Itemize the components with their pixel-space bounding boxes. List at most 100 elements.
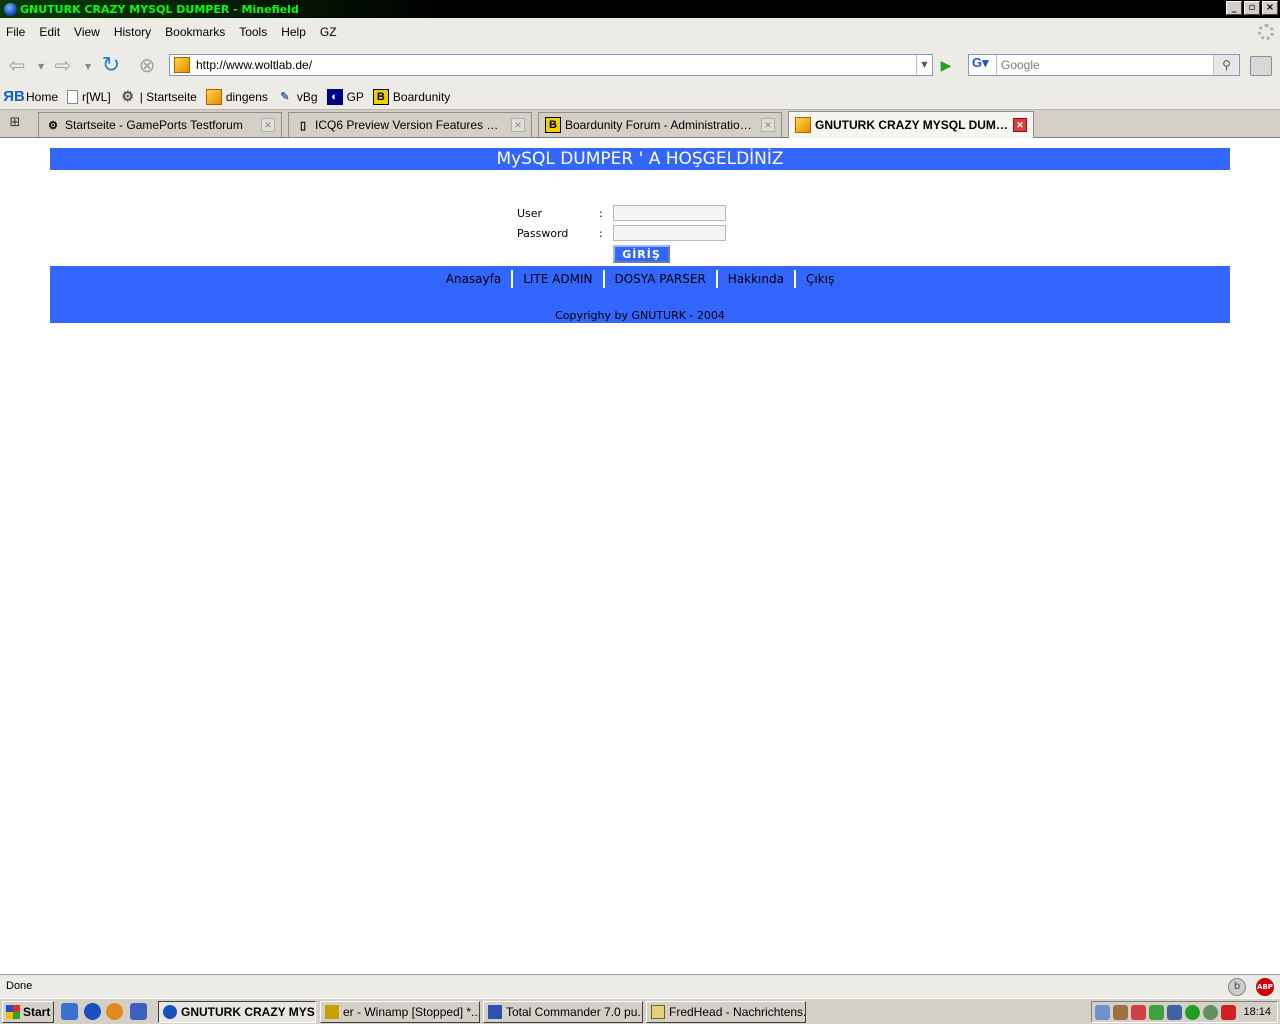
bookmark-vbg[interactable]: ✎ vBg xyxy=(277,89,317,105)
tray-icon[interactable] xyxy=(1185,1005,1200,1020)
boardunity-b-icon: B xyxy=(545,117,561,133)
bookmark-rwl[interactable]: r[WL] xyxy=(67,89,111,104)
url-input[interactable] xyxy=(196,58,896,72)
quicklaunch-ie-icon[interactable] xyxy=(61,1003,78,1020)
window-title: GNUTURK CRAZY MYSQL DUMPER - Minefield xyxy=(20,2,299,16)
tab-gameports[interactable]: ⚙ Startseite - GamePorts Testforum ✕ xyxy=(38,112,282,137)
gear-icon: ⚙ xyxy=(48,119,58,132)
go-arrow-icon[interactable]: ▶ xyxy=(936,56,956,76)
user-row: User : xyxy=(517,207,603,220)
link-lite-admin[interactable]: LITE ADMIN xyxy=(513,270,602,288)
menu-file[interactable]: File xyxy=(6,25,25,39)
taskbar-window-fredhead[interactable]: FredHead - Nachrichtens... xyxy=(646,1001,806,1023)
status-bar: Done b ABP xyxy=(0,974,1280,998)
firefox-globe-icon xyxy=(4,2,17,16)
menu-history[interactable]: History xyxy=(114,25,151,39)
copyright-text: Copyrighy by GNUTURK - 2004 xyxy=(555,309,725,322)
close-tab-icon[interactable]: ✕ xyxy=(761,118,775,132)
extension-status-icon[interactable]: b xyxy=(1228,978,1246,996)
menu-bookmarks[interactable]: Bookmarks xyxy=(165,25,225,39)
link-anasayfa[interactable]: Anasayfa xyxy=(436,270,511,288)
taskbar-window-totalcmd[interactable]: Total Commander 7.0 pu... xyxy=(483,1001,643,1023)
bookmark-dingens[interactable]: dingens xyxy=(205,88,268,105)
rb-logo-icon: ЯB xyxy=(3,88,25,105)
close-window-button[interactable]: × xyxy=(1262,1,1278,15)
tab-bar: ⊞ ⚙ Startseite - GamePorts Testforum ✕ ▯… xyxy=(0,110,1280,138)
google-engine-icon[interactable]: G▾ xyxy=(969,55,997,75)
bookmark-boardunity[interactable]: B Boardunity xyxy=(372,88,450,105)
user-colon: : xyxy=(599,207,603,220)
user-label: User xyxy=(517,207,543,220)
password-colon: : xyxy=(599,227,603,240)
password-input[interactable] xyxy=(613,225,726,241)
user-input[interactable] xyxy=(613,205,726,221)
vbg-icon: ✎ xyxy=(280,91,290,103)
quicklaunch-browser-icon[interactable] xyxy=(106,1003,123,1020)
bookmarks-toolbar: ЯB Home r[WL] ⚙ | Startseite dingens ✎ v… xyxy=(0,84,1280,110)
maximize-button[interactable]: ▫ xyxy=(1244,1,1260,15)
menu-edit[interactable]: Edit xyxy=(39,25,60,39)
tray-icon[interactable] xyxy=(1113,1005,1128,1020)
menu-gz[interactable]: GZ xyxy=(320,25,337,39)
link-dosya-parser[interactable]: DOSYA PARSER xyxy=(605,270,716,288)
tab-mysql-dumper[interactable]: GNUTURK CRAZY MYSQL DUMPER ✕ xyxy=(788,111,1034,138)
link-hakkinda[interactable]: Hakkında xyxy=(718,270,794,288)
close-tab-icon[interactable]: ✕ xyxy=(261,118,275,132)
close-tab-icon[interactable]: ✕ xyxy=(1013,118,1027,132)
stop-icon[interactable]: ⊗ xyxy=(134,52,160,78)
tab-icq6[interactable]: ▯ ICQ6 Preview Version Features Checkl..… xyxy=(288,112,532,137)
tray-icon[interactable] xyxy=(1203,1005,1218,1020)
search-input[interactable] xyxy=(997,58,1207,72)
link-cikis[interactable]: Çıkış xyxy=(796,270,844,288)
new-tab-icon[interactable]: ⊞ xyxy=(4,115,26,133)
adblock-icon[interactable]: ABP xyxy=(1256,978,1274,996)
site-favicon-icon xyxy=(174,57,190,73)
printer-icon[interactable] xyxy=(1250,56,1272,76)
boardunity-b-icon: B xyxy=(372,88,389,105)
url-dropdown-icon[interactable]: ▼ xyxy=(916,55,932,75)
bookmark-gp[interactable]: ◐ GP xyxy=(326,88,364,105)
back-arrow-icon[interactable]: ⇦ xyxy=(4,52,30,78)
reload-icon[interactable]: ↻ xyxy=(98,52,124,78)
tray-icon[interactable] xyxy=(1131,1005,1146,1020)
menu-bar: File Edit View History Bookmarks Tools H… xyxy=(0,18,1280,46)
bookmark-home[interactable]: ЯB Home xyxy=(3,88,58,105)
page-icon: ▯ xyxy=(299,119,307,132)
tray-icon[interactable] xyxy=(1167,1005,1182,1020)
minimize-button[interactable]: _ xyxy=(1226,1,1242,15)
winamp-icon xyxy=(325,1005,339,1019)
password-row: Password : xyxy=(517,227,603,240)
back-history-dropdown-icon[interactable]: ▼ xyxy=(38,62,44,71)
tray-icon[interactable] xyxy=(1149,1005,1164,1020)
search-bar[interactable]: G▾ ⚲ xyxy=(968,54,1240,76)
tray-icon[interactable] xyxy=(1095,1005,1110,1020)
page-icon xyxy=(67,89,79,104)
tray-icon[interactable] xyxy=(1221,1005,1236,1020)
orange-feed-icon xyxy=(205,88,222,105)
page-content: MySQL DUMPER ' A HOŞGELDİNİZ User : Pass… xyxy=(0,138,1280,974)
menu-view[interactable]: View xyxy=(74,25,100,39)
bookmark-startseite[interactable]: ⚙ | Startseite xyxy=(120,88,196,105)
orange-feed-icon xyxy=(795,117,811,133)
url-bar[interactable]: ▼ xyxy=(169,54,933,76)
navigation-toolbar: ⇦ ▼ ⇨ ▼ ↻ ⊗ ▼ ▶ G▾ ⚲ xyxy=(0,46,1280,84)
taskbar-window-firefox[interactable]: GNUTURK CRAZY MYS... xyxy=(158,1001,316,1023)
forward-arrow-icon[interactable]: ⇨ xyxy=(50,52,76,78)
close-tab-icon[interactable]: ✕ xyxy=(511,118,525,132)
quicklaunch-firefox-icon[interactable] xyxy=(84,1003,101,1020)
gp-icon: ◐ xyxy=(326,88,343,105)
tab-boardunity[interactable]: B Boardunity Forum - Administration, Au.… xyxy=(538,112,782,137)
menu-help[interactable]: Help xyxy=(281,25,306,39)
login-button[interactable]: GİRİŞ xyxy=(613,245,670,263)
search-magnifier-icon[interactable]: ⚲ xyxy=(1213,55,1239,75)
menu-tools[interactable]: Tools xyxy=(239,25,267,39)
floppy-icon xyxy=(488,1005,502,1019)
start-button[interactable]: Start xyxy=(2,1001,54,1023)
firefox-globe-icon xyxy=(163,1005,177,1019)
taskbar-window-winamp[interactable]: er - Winamp [Stopped] *... xyxy=(320,1001,480,1023)
window-titlebar: GNUTURK CRAZY MYSQL DUMPER - Minefield _… xyxy=(0,0,1280,18)
clock: 18:14 xyxy=(1243,1006,1271,1018)
quicklaunch-save-icon[interactable] xyxy=(130,1003,147,1020)
forward-history-dropdown-icon[interactable]: ▼ xyxy=(85,62,91,71)
system-tray: 18:14 xyxy=(1091,1001,1278,1023)
